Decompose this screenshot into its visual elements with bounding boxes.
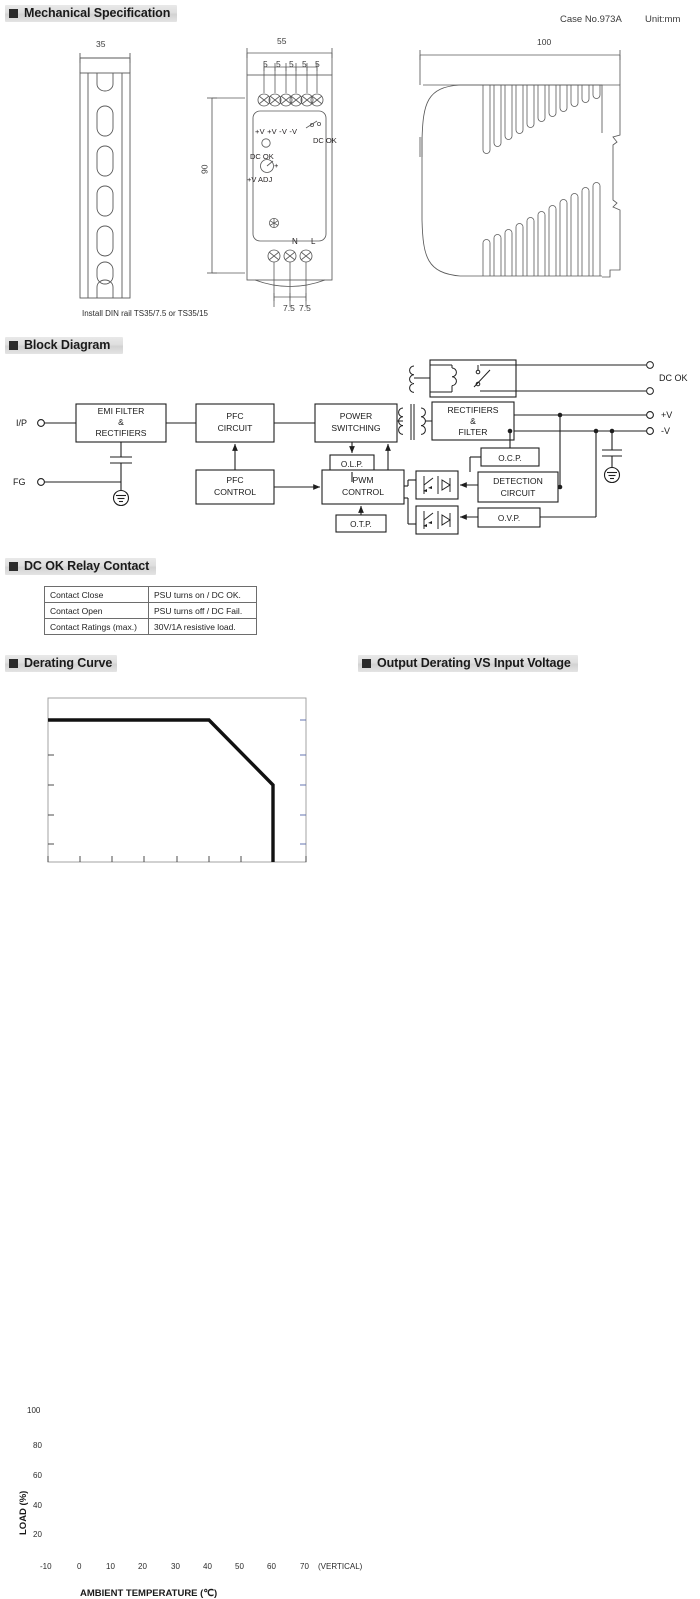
section-header-block-diagram: Block Diagram: [5, 337, 123, 354]
bottom-dimension-2: 7.5: [299, 303, 311, 313]
bullet-square-icon: [9, 562, 18, 571]
relay-row-value: PSU turns off / DC Fail.: [148, 602, 257, 619]
bullet-square-icon: [9, 9, 18, 18]
bullet-square-icon: [9, 659, 18, 668]
block-label-pfcc-1: PFC: [226, 475, 243, 485]
unit-label: Unit:mm: [645, 14, 681, 25]
block-label-det-2: CIRCUIT: [501, 488, 537, 498]
section-title-block-diagram: Block Diagram: [24, 338, 111, 353]
dc-ok-relay-contact-table: Contact Close PSU turns on / DC OK. Cont…: [44, 586, 257, 635]
side-view-drawing: [419, 50, 621, 278]
relay-row-key: Contact Open: [44, 602, 149, 619]
dcok-led-label: DC OK: [250, 152, 274, 161]
output-derating-chart: LOAD (%): [355, 690, 700, 918]
block-label-ovp: O.V.P.: [498, 514, 520, 523]
table-row: Contact Open PSU turns off / DC Fail.: [44, 602, 257, 619]
front-view-drawing: [207, 48, 333, 307]
derating-xtick-70: 70: [300, 1562, 309, 1571]
derating-y-axis-title: LOAD (%): [18, 1490, 29, 1535]
bullet-square-icon: [362, 659, 371, 668]
derating-ytick-100: 100: [27, 1406, 41, 1415]
block-label-emi-1: EMI FILTER: [98, 406, 145, 416]
adj-plus-label: +: [274, 161, 279, 170]
derating-plot-area: [47, 697, 307, 863]
relay-row-value: 30V/1A resistive load.: [148, 618, 257, 635]
case-number: Case No.973A: [560, 14, 622, 25]
relay-row-key: Contact Ratings (max.): [44, 618, 149, 635]
derating-xtick--10: -10: [40, 1562, 52, 1571]
derating-xtick-30: 30: [171, 1562, 180, 1571]
relay-row-key: Contact Close: [44, 586, 149, 603]
derating-xtick-60: 60: [267, 1562, 276, 1571]
section-title-relay: DC OK Relay Contact: [24, 559, 150, 574]
derating-xtick-0: 0: [77, 1562, 82, 1571]
block-diagram-drawing: EMI FILTER & RECTIFIERS PFC CIRCUIT PFC …: [13, 359, 688, 535]
derating-ytick-20: 20: [33, 1530, 42, 1539]
dcok-relay-label: DC OK: [313, 136, 337, 145]
din-rail-install-note: Install DIN rail TS35/7.5 or TS35/15: [82, 309, 208, 318]
relay-row-value: PSU turns on / DC OK.: [148, 586, 257, 603]
block-label-psw-2: SWITCHING: [331, 423, 380, 433]
block-terminal-fg: FG: [13, 477, 26, 487]
table-row: Contact Close PSU turns on / DC OK.: [44, 586, 257, 603]
derating-xtick-40: 40: [203, 1562, 212, 1571]
block-label-det-1: DETECTION: [493, 476, 543, 486]
block-label-pwm-2: CONTROL: [342, 487, 384, 497]
derating-ytick-40: 40: [33, 1501, 42, 1510]
block-label-olp: O.L.P.: [341, 460, 363, 469]
din-rail-drawing: [79, 53, 131, 299]
section-header-dc-ok-relay: DC OK Relay Contact: [5, 558, 156, 575]
derating-ytick-60: 60: [33, 1471, 42, 1480]
block-terminal-dcok: DC OK: [659, 373, 688, 383]
block-label-otp: O.T.P.: [350, 520, 372, 529]
derating-xtick-10: 10: [106, 1562, 115, 1571]
section-header-mechanical-specification: Mechanical Specification: [5, 5, 177, 22]
table-row: Contact Ratings (max.) 30V/1A resistive …: [44, 618, 257, 635]
bullet-square-icon: [9, 341, 18, 350]
block-label-rect-1: RECTIFIERS: [447, 405, 498, 415]
derating-curve-chart: LOAD (%) 100 80 60 40 20 -10 0 10 20 30 …: [0, 690, 362, 1599]
block-terminal-ip: I/P: [16, 418, 27, 428]
block-label-rect-2: &: [470, 416, 476, 426]
derating-vertical-note: (VERTICAL): [318, 1562, 363, 1571]
datasheet-page: Mechanical Specification Case No.973A Un…: [0, 0, 700, 1599]
block-label-pfcc-2: CONTROL: [214, 487, 256, 497]
front-terminal-labels: +V +V -V -V: [255, 127, 298, 136]
section-title-derating: Derating Curve: [24, 656, 113, 671]
section-header-output-derating: Output Derating VS Input Voltage: [358, 655, 578, 672]
ac-terminal-n-label: N: [292, 237, 298, 246]
adj-label: +V ADJ: [247, 175, 273, 184]
section-title-mechanical: Mechanical Specification: [24, 6, 171, 21]
section-header-derating-curve: Derating Curve: [5, 655, 117, 672]
derating-xtick-50: 50: [235, 1562, 244, 1571]
block-label-pfc-1: PFC: [226, 411, 243, 421]
block-label-pfc-2: CIRCUIT: [218, 423, 254, 433]
derating-ytick-80: 80: [33, 1441, 42, 1450]
section-title-input-derating: Output Derating VS Input Voltage: [377, 656, 571, 671]
block-label-pwm-1: PWM: [352, 475, 373, 485]
derating-x-axis-title: AMBIENT TEMPERATURE (℃): [80, 1588, 218, 1599]
block-label-ocp: O.C.P.: [498, 454, 522, 463]
ac-terminal-l-label: L: [311, 237, 316, 246]
block-label-psw-1: POWER: [340, 411, 372, 421]
block-label-emi-3: RECTIFIERS: [95, 428, 146, 438]
bottom-dimension-1: 7.5: [283, 303, 295, 313]
block-terminal-posv: +V: [661, 410, 672, 420]
block-label-rect-3: FILTER: [459, 427, 488, 437]
block-terminal-negv: -V: [661, 426, 670, 436]
derating-xtick-20: 20: [138, 1562, 147, 1571]
block-label-emi-2: &: [118, 417, 124, 427]
